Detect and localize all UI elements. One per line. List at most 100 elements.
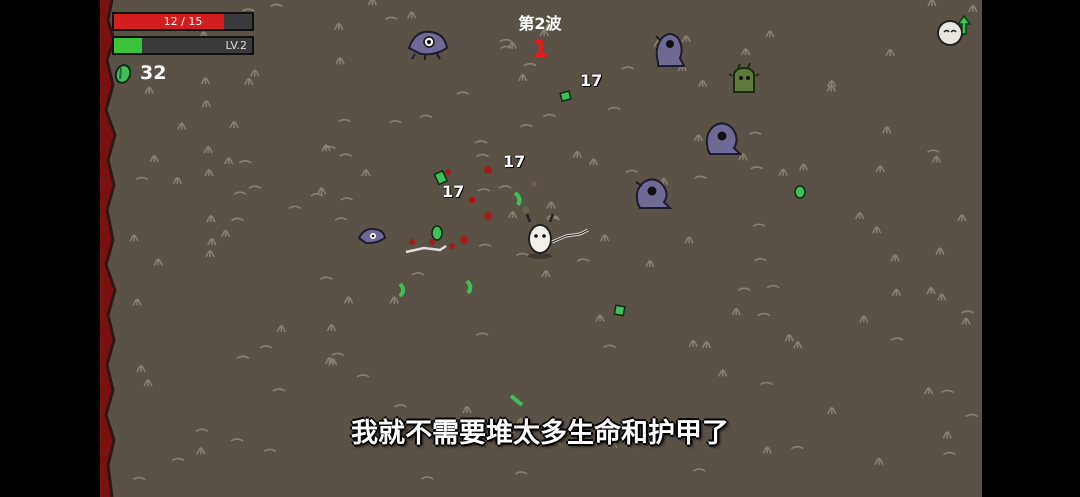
ground-debris-mark — [250, 69, 260, 77]
ground-debris-mark — [765, 30, 775, 38]
ground-debris-mark — [645, 260, 655, 268]
ground-debris-mark — [541, 269, 551, 278]
ground-debris-mark — [331, 352, 345, 357]
ground-debris-mark — [272, 388, 286, 392]
ground-debris-mark — [334, 217, 348, 221]
ground-debris-mark — [927, 0, 937, 7]
ground-debris-mark — [871, 226, 882, 234]
experience-bar: LV.2 — [112, 36, 254, 55]
ground-debris-mark — [248, 185, 262, 189]
ground-debris-mark — [740, 48, 751, 56]
ground-debris-mark — [270, 3, 283, 8]
ground-debris-mark — [172, 176, 183, 185]
ground-debris-mark — [968, 4, 978, 13]
enemy-small-sprite — [357, 227, 387, 245]
ground-debris-mark — [135, 176, 149, 181]
ground-debris-mark — [518, 73, 528, 82]
ground-debris-mark — [356, 374, 370, 378]
ground-debris-mark — [926, 286, 936, 295]
ground-debris-mark — [757, 312, 771, 317]
ground-debris-mark — [961, 310, 974, 314]
damage-number: 17 — [442, 182, 465, 201]
ground-debris-mark — [778, 168, 788, 176]
ground-debris-mark — [335, 57, 345, 65]
ground-debris-mark — [241, 8, 255, 12]
ground-debris-mark — [748, 131, 762, 135]
ground-debris-mark — [701, 340, 712, 349]
ground-debris-mark — [588, 158, 599, 166]
ground-debris-mark — [361, 169, 371, 177]
ground-debris-mark — [200, 77, 211, 85]
ground-debris-mark — [136, 364, 146, 373]
ground-debris-mark — [393, 404, 407, 408]
ground-debris-mark — [201, 100, 212, 108]
ground-debris-mark — [752, 223, 766, 227]
video-subtitle: 我就不需要堆太多生命和护甲了 — [351, 418, 729, 449]
ground-debris-mark — [692, 468, 706, 472]
ground-debris-mark — [621, 66, 635, 70]
material-drop — [613, 304, 626, 317]
enemy-alien-sprite — [635, 178, 673, 209]
ground-debris-mark — [204, 169, 214, 177]
ground-debris-mark — [206, 214, 216, 223]
ground-debris-mark — [603, 344, 616, 348]
ground-debris-mark — [177, 122, 187, 130]
ground-debris-mark — [337, 118, 351, 123]
ground-debris-mark — [793, 341, 803, 349]
ground-debris-mark — [244, 77, 254, 86]
ground-debris-mark — [542, 113, 556, 118]
ground-debris-mark — [132, 476, 146, 481]
health-text: 12 / 15 — [163, 15, 203, 28]
ground-debris-mark — [343, 296, 354, 304]
ground-debris-mark — [324, 356, 335, 365]
ground-debris-mark — [935, 247, 945, 255]
ground-debris-mark — [153, 258, 163, 266]
ground-debris-mark — [384, 16, 398, 20]
ground-debris-mark — [931, 155, 942, 163]
ground-debris-mark — [334, 22, 344, 31]
ground-debris-mark — [203, 146, 213, 154]
ground-debris-mark — [798, 163, 809, 171]
ground-debris-mark — [514, 471, 528, 475]
ground-debris-mark — [595, 314, 605, 322]
ground-debris-mark — [411, 272, 425, 276]
ground-debris-mark — [737, 287, 751, 291]
damage-number: 17 — [580, 71, 603, 90]
ground-debris-mark — [718, 369, 728, 377]
enemy-tree-sprite — [728, 62, 760, 93]
ground-debris-mark — [419, 114, 433, 119]
ground-debris-mark — [750, 166, 764, 170]
health-bar: 12 / 15 — [112, 12, 254, 31]
game-viewport: 12 / 15 LV.2 32 第2波 1 17 17 17 我就不需要堆太多生… — [0, 0, 1080, 497]
material-drop — [794, 185, 806, 199]
ground-debris-mark — [149, 154, 159, 163]
ground-debris-mark — [132, 298, 142, 306]
experience-bar-fill — [114, 38, 142, 53]
ground-debris-mark — [684, 236, 694, 244]
enemy-alien-sprite — [705, 122, 743, 155]
material-drop — [465, 279, 473, 295]
ground-debris-mark — [259, 345, 273, 349]
ground-debris-mark — [753, 257, 767, 262]
wave-label: 第2波 — [518, 14, 562, 33]
ground-debris-mark — [731, 308, 741, 316]
ground-debris-mark — [474, 140, 488, 144]
ground-debris-mark — [420, 476, 434, 480]
ground-debris-mark — [855, 211, 865, 220]
ground-debris-mark — [600, 234, 610, 242]
ground-debris-mark — [697, 79, 708, 88]
ground-debris-mark — [923, 387, 934, 395]
ground-debris-mark — [326, 323, 337, 332]
ground-debris-mark — [220, 229, 231, 238]
blood-splatter — [445, 166, 537, 249]
wave-timer: 1 — [531, 35, 549, 63]
ground-debris-mark — [144, 86, 154, 94]
ground-debris-mark — [407, 11, 417, 19]
ground-debris-mark — [223, 157, 234, 165]
ground-debris-mark — [937, 293, 947, 301]
ground-debris-mark — [276, 324, 287, 333]
ground-debris-mark — [688, 339, 698, 348]
ground-debris-mark — [475, 332, 489, 336]
ground-debris-mark — [207, 237, 217, 246]
ground-debris-mark — [875, 165, 885, 173]
